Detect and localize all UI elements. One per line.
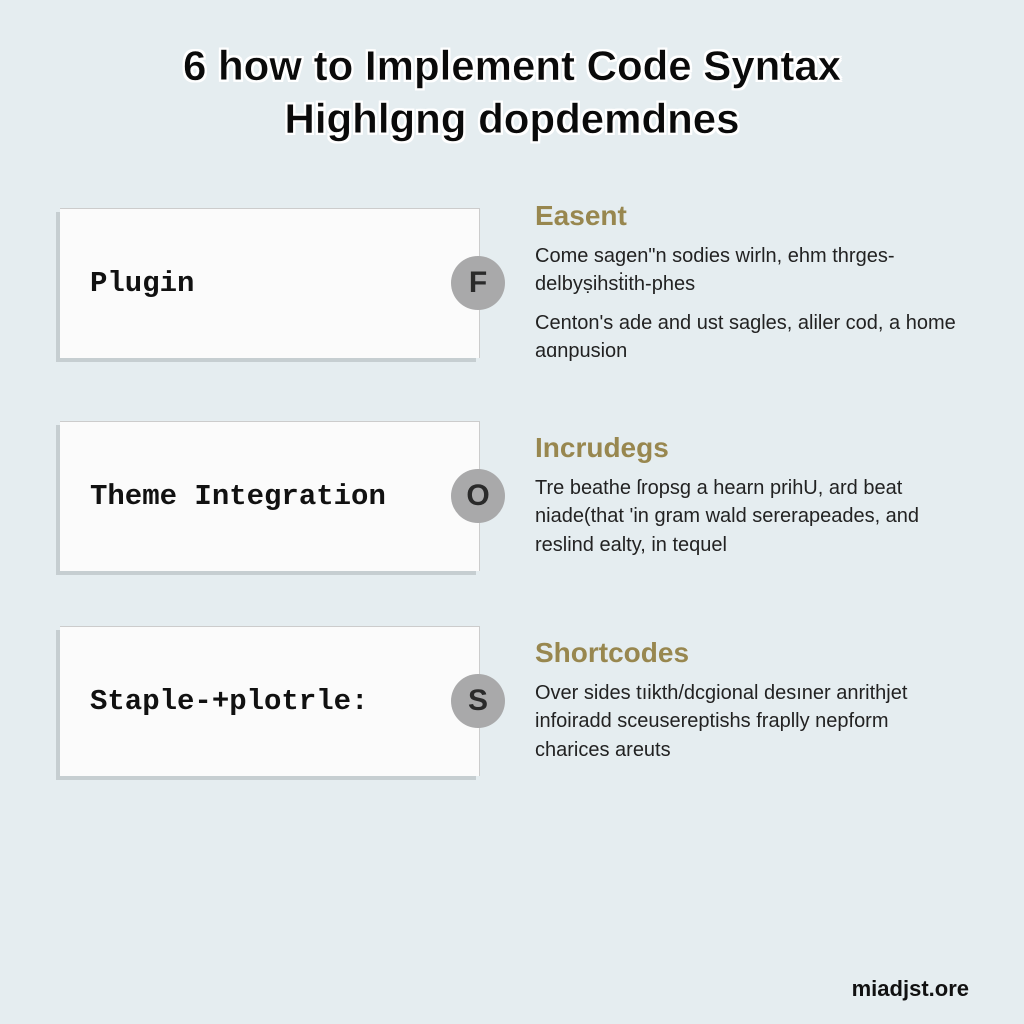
description-heading: Shortcodes [535,637,964,669]
description-body: Come sagen"n sodies wirln, ehm thrges-de… [535,242,964,366]
method-card: Staple-+plotrle: S [60,626,480,776]
list-item: Plugin F Easent Come sagen"n sodies wirl… [60,200,964,366]
description-heading: Incrudegs [535,432,964,464]
description-body: Over sides tıikth/dcgional desıner anrit… [535,679,964,764]
title-line-1: 6 how to Implement Code Syntax [183,42,841,89]
list-item: Staple-+plotrle: S Shortcodes Over sides… [60,626,964,776]
item-list: Plugin F Easent Come sagen"n sodies wirl… [60,200,964,776]
description-paragraph: Come sagen"n sodies wirln, ehm thrges-de… [535,242,964,299]
letter-badge: F [451,256,505,310]
method-description: Easent Come sagen"n sodies wirln, ehm th… [480,200,964,366]
footer-credit: miadjst.ore [852,976,969,1002]
description-paragraph: Centon's ade and ust sagles, aliler cod,… [535,309,964,366]
title-line-2: Highlgng dopdemdnes [285,95,740,142]
description-body: Tre beathe ſropsg a hearn prihU, ard bea… [535,474,964,559]
method-label: Staple-+plotrle: [90,685,368,718]
method-description: Incrudegs Tre beathe ſropsg a hearn prih… [480,432,964,559]
method-label: Theme Integration [90,480,386,513]
page-title: 6 how to Implement Code Syntax Highlgng … [60,40,964,145]
letter-badge: O [451,469,505,523]
method-card: Theme Integration O [60,421,480,571]
method-description: Shortcodes Over sides tıikth/dcgional de… [480,637,964,764]
list-item: Theme Integration O Incrudegs Tre beathe… [60,421,964,571]
method-label: Plugin [90,267,194,300]
method-card: Plugin F [60,208,480,358]
description-paragraph: Tre beathe ſropsg a hearn prihU, ard bea… [535,474,964,559]
description-heading: Easent [535,200,964,232]
description-paragraph: Over sides tıikth/dcgional desıner anrit… [535,679,964,764]
letter-badge: S [451,674,505,728]
